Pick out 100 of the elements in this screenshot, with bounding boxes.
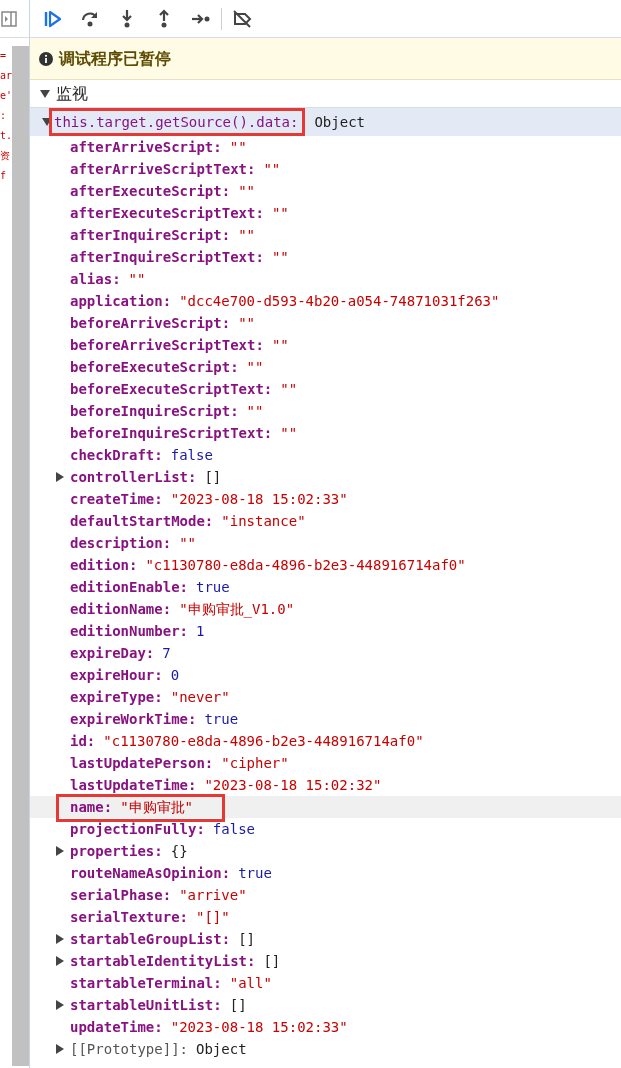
property-key: expireWorkTime: [70, 708, 197, 730]
property-key: beforeExecuteScript: [70, 356, 239, 378]
property-value: "2023-08-18 15:02:32" [204, 775, 382, 795]
property-value: [] [238, 929, 255, 949]
property-key: afterArriveScriptText: [70, 158, 256, 180]
property-key: beforeArriveScript: [70, 312, 231, 334]
expand-triangle-icon[interactable] [55, 846, 65, 856]
property-value: true [196, 577, 230, 597]
property-value: "" [238, 181, 255, 201]
property-value: "arrive" [179, 885, 247, 905]
code-fragment: t. [0, 129, 13, 143]
expand-triangle-icon[interactable] [55, 956, 65, 966]
property-value: 7 [162, 643, 171, 663]
property-key: alias: [70, 268, 121, 290]
property-key: properties: [70, 840, 163, 862]
expand-triangle-icon[interactable] [55, 934, 65, 944]
property-key: [[Prototype]]: [70, 1038, 188, 1060]
property-value: "dcc4e700-d593-4b20-a054-74871031f263" [179, 291, 500, 311]
expand-triangle-icon[interactable] [55, 1044, 65, 1054]
expand-triangle-icon[interactable] [55, 1000, 65, 1010]
property-value: "" [263, 159, 281, 179]
property-value: {} [170, 841, 188, 861]
property-value: false [170, 445, 213, 465]
property-key: beforeArriveScriptText: [70, 334, 264, 356]
property-key: id: [70, 730, 96, 752]
property-value: "" [246, 357, 264, 377]
property-key: beforeExecuteScriptText: [70, 378, 273, 400]
property-value: "instance" [221, 511, 306, 531]
code-fragment: 资 [0, 149, 10, 163]
property-value: 1 [196, 621, 205, 641]
code-fragment: f [0, 169, 7, 183]
property-value: "" [238, 225, 255, 245]
property-value: "" [179, 533, 196, 553]
watch-expression-row[interactable]: this.target.getSource().data: Object [30, 108, 621, 136]
property-key: lastUpdateTime: [70, 774, 197, 796]
property-value: "" [128, 269, 146, 289]
property-key: afterExecuteScriptText: [70, 202, 264, 224]
scrollbar[interactable] [12, 46, 29, 1066]
property-value: [] [229, 995, 247, 1015]
property-value: Object [314, 112, 365, 132]
property-value: 0 [170, 665, 180, 685]
property-value: "[]" [196, 907, 230, 927]
property-value: "never" [170, 687, 230, 707]
property-key: expireDay: [70, 642, 155, 664]
property-key: edition: [70, 554, 138, 576]
property-key: startableUnitList: [70, 994, 222, 1016]
panel-toggle-icon[interactable] [1, 10, 17, 27]
property-key: beforeInquireScriptText: [70, 422, 273, 444]
property-key: editionName: [70, 598, 172, 620]
property-key: routeNameAsOpinion: [70, 862, 231, 884]
property-value: "" [271, 247, 289, 267]
property-value: true [238, 863, 272, 883]
property-value: "cipher" [221, 753, 289, 773]
property-value: "申购审批" [120, 797, 193, 817]
property-value: "" [246, 401, 264, 421]
property-value: "2023-08-18 15:02:33" [170, 1017, 348, 1037]
property-key: beforeInquireScript: [70, 400, 239, 422]
property-value: "c1130780-e8da-4896-b2e3-448916714af0" [103, 731, 424, 751]
collapse-triangle-icon[interactable] [42, 117, 52, 127]
property-value: "" [229, 137, 247, 157]
property-value: [] [204, 467, 222, 487]
property-key: createTime: [70, 488, 163, 510]
property-value: "" [280, 423, 298, 443]
property-key: serialTexture: [70, 906, 188, 928]
property-value: [] [263, 951, 281, 971]
property-key: startableIdentityList: [70, 950, 256, 972]
watch-expression: this.target.getSource().data: [54, 112, 299, 132]
property-value: "申购审批_V1.0" [179, 599, 295, 620]
code-fragment: e' [0, 89, 13, 103]
property-key: application: [70, 290, 172, 312]
property-key: checkDraft: [70, 444, 163, 466]
property-key: lastUpdatePerson: [70, 752, 214, 774]
property-key: updateTime: [70, 1016, 163, 1038]
property-key: defaultStartMode: [70, 510, 214, 532]
info-icon [39, 51, 53, 66]
property-key: name: [70, 796, 113, 818]
property-key: projectionFully: [70, 818, 205, 840]
property-key: afterArriveScript: [70, 136, 222, 158]
section-title: 监视 [56, 83, 88, 104]
property-key: editionNumber: [70, 620, 188, 642]
property-value: false [212, 819, 255, 839]
property-key: expireHour: [70, 664, 163, 686]
collapse-triangle-icon[interactable] [40, 88, 50, 99]
banner-text: 调试程序已暂停 [59, 48, 171, 69]
property-value: "" [280, 379, 298, 399]
property-key: startableGroupList: [70, 928, 231, 950]
property-key: afterInquireScript: [70, 224, 231, 246]
property-value: "" [271, 203, 289, 223]
property-value: "" [238, 313, 255, 333]
property-value: "2023-08-18 15:02:33" [170, 489, 348, 509]
property-value: Object [196, 1039, 247, 1059]
property-value: "all" [229, 973, 272, 993]
property-key: editionEnable: [70, 576, 188, 598]
property-key: controllerList: [70, 466, 197, 488]
expand-triangle-icon[interactable] [55, 472, 65, 482]
property-value: "c1130780-e8da-4896-b2e3-448916714af0" [145, 555, 466, 575]
property-value: true [204, 709, 239, 729]
code-fragment: : [0, 109, 7, 123]
deactivate-breakpoints-icon[interactable] [231, 7, 253, 30]
property-key: description: [70, 532, 172, 554]
